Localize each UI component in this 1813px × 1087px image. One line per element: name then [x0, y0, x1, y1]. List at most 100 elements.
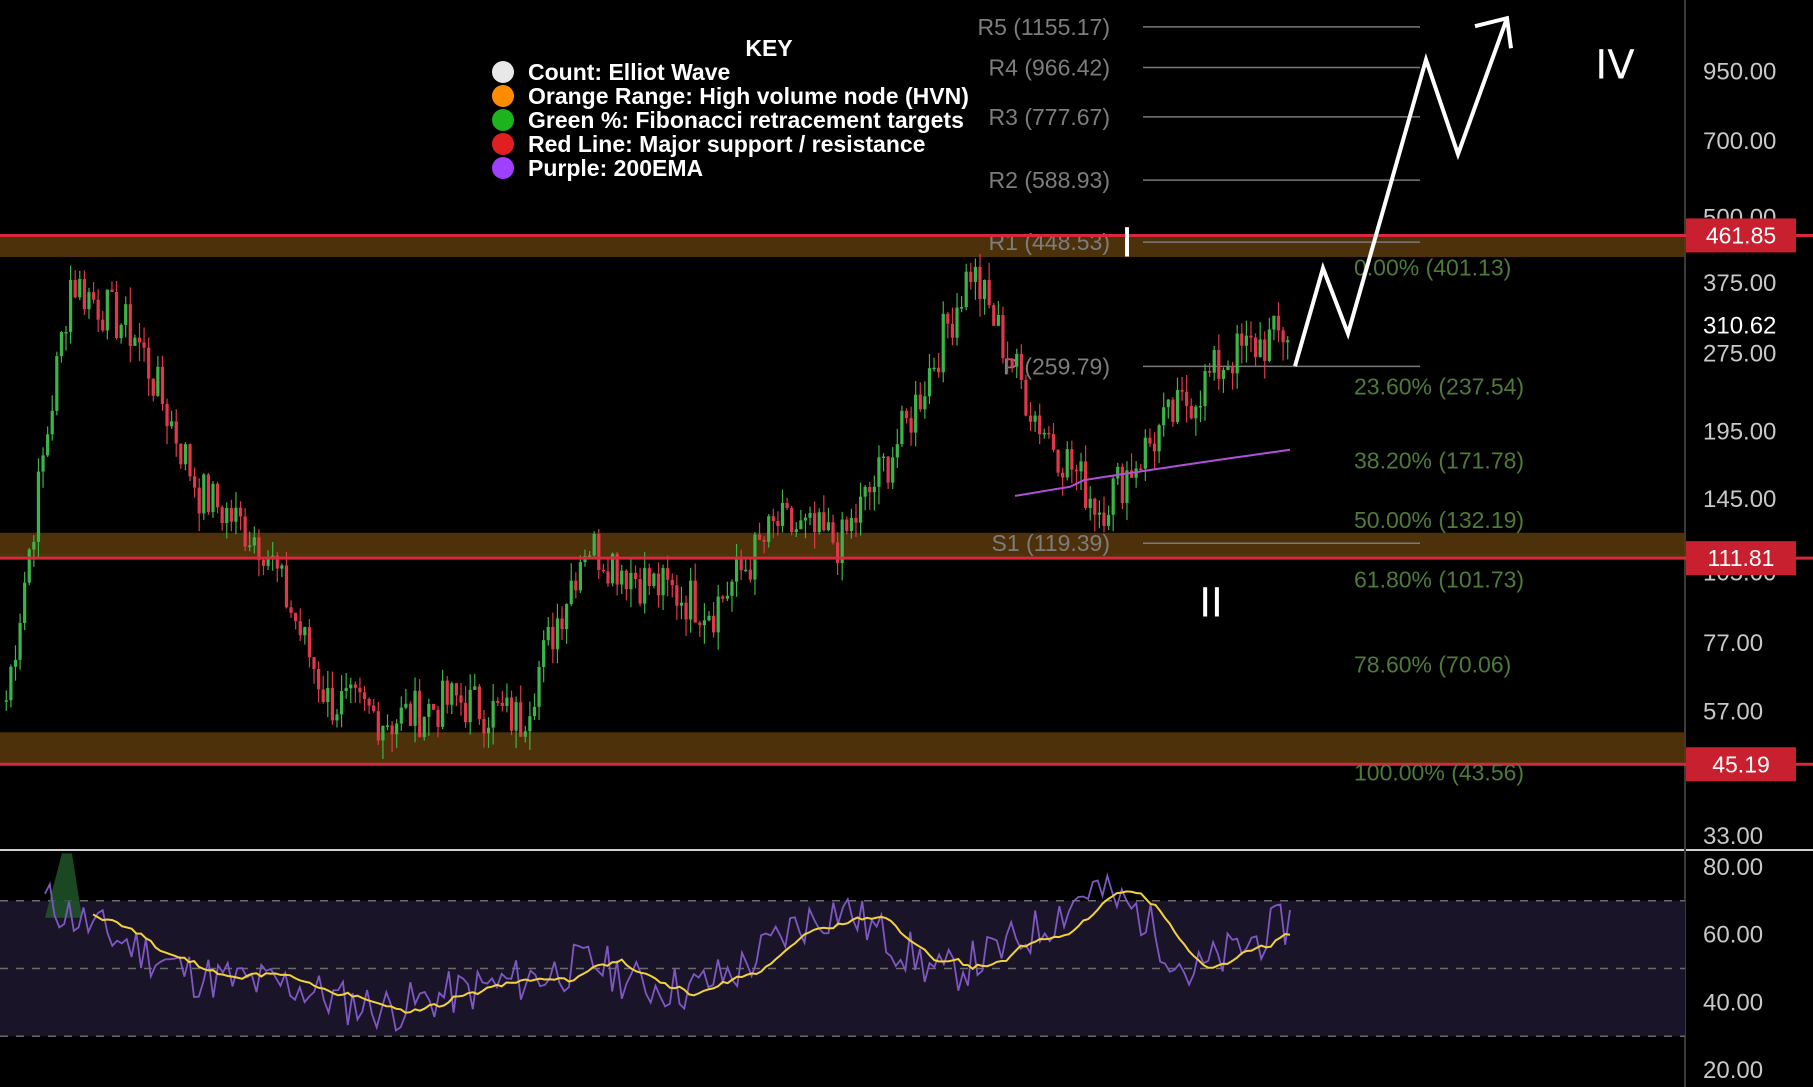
candle-body — [606, 571, 610, 584]
price-tick-label: 375.00 — [1703, 270, 1776, 297]
price-tick-label: 145.00 — [1703, 486, 1776, 513]
candle-body — [744, 569, 748, 572]
key-item-label: Purple: 200EMA — [528, 155, 703, 181]
candle-body — [835, 542, 840, 564]
rsi-tick-label: 40.00 — [1703, 989, 1763, 1016]
candle-body — [679, 602, 684, 606]
candle-body — [4, 700, 8, 702]
candle-body — [716, 596, 720, 633]
candle-body — [877, 457, 881, 487]
candle-body — [886, 456, 890, 483]
candle-body — [174, 421, 178, 444]
candle-body — [1185, 391, 1189, 406]
candle-body — [1148, 437, 1152, 444]
candle-body — [381, 725, 385, 741]
candle-body — [1015, 353, 1019, 367]
candle-body — [1024, 379, 1028, 416]
candle-body — [574, 580, 578, 591]
candle-body — [1070, 449, 1074, 470]
candle-body — [656, 573, 661, 596]
candle-body — [1212, 350, 1216, 373]
candle-body — [1249, 335, 1253, 338]
candle-body — [1180, 389, 1184, 392]
price-tick-label: 77.00 — [1703, 630, 1763, 657]
fib-label: 61.80% (101.73) — [1354, 567, 1524, 593]
candle-body — [629, 572, 633, 590]
candle-body — [1042, 432, 1046, 435]
candle-body — [349, 684, 353, 689]
candle-body — [748, 569, 752, 580]
candle-body — [950, 323, 955, 338]
key-title: KEY — [745, 35, 792, 61]
candle-body — [441, 680, 445, 727]
candle-body — [211, 483, 215, 513]
candle-body — [1226, 366, 1230, 370]
candle-body — [1129, 470, 1134, 478]
candle-body — [298, 621, 302, 636]
candle-body — [1171, 399, 1175, 423]
pivot-label: S1 (119.39) — [992, 530, 1110, 556]
candle-body — [767, 516, 771, 542]
candle-body — [858, 496, 863, 523]
candle-body — [822, 512, 826, 531]
candle-body — [891, 457, 895, 483]
candle-body — [473, 686, 477, 690]
candle-body — [50, 410, 54, 435]
candle-body — [422, 716, 426, 738]
candle-body — [1198, 405, 1203, 408]
candle-body — [468, 689, 472, 723]
candle-body — [1084, 461, 1088, 508]
candle-body — [872, 486, 876, 493]
candle-body — [652, 573, 656, 586]
candle-body — [243, 516, 247, 547]
candle-body — [808, 513, 812, 518]
candle-body — [362, 692, 367, 700]
candle-body — [248, 545, 252, 547]
candle-body — [955, 307, 959, 338]
candle-body — [101, 319, 105, 331]
price-tag-label: 111.81 — [1708, 545, 1775, 571]
candle-body — [845, 519, 849, 532]
candle-body — [996, 315, 1000, 326]
candle-body — [252, 537, 256, 546]
candle-body — [238, 507, 243, 517]
candle-body — [969, 271, 973, 282]
candle-body — [785, 502, 789, 508]
candle-body — [1217, 350, 1221, 379]
candle-body — [1111, 478, 1115, 515]
key-dot — [492, 109, 514, 131]
candle-body — [1272, 315, 1276, 330]
pivot-label: R1 (448.53) — [989, 229, 1110, 255]
candle-body — [964, 271, 968, 308]
candle-body — [427, 703, 431, 717]
candle-body — [914, 394, 918, 433]
candle-body — [643, 568, 647, 604]
candle-body — [9, 666, 13, 701]
candle-body — [13, 659, 18, 667]
candle-body — [353, 684, 357, 688]
candle-body — [666, 568, 670, 580]
candle-body — [23, 582, 27, 623]
candle-body — [1267, 329, 1271, 361]
candle-body — [597, 533, 601, 570]
candle-body — [376, 711, 380, 741]
candle-body — [509, 697, 514, 731]
candle-body — [1235, 333, 1239, 374]
candle-body — [459, 695, 463, 703]
fib-label: 78.60% (70.06) — [1354, 651, 1511, 677]
candle-body — [904, 410, 909, 419]
candle-body — [59, 332, 64, 357]
candle-body — [519, 702, 523, 737]
pivot-label: R2 (588.93) — [989, 167, 1110, 193]
candle-body — [721, 596, 725, 599]
candle-body — [1139, 468, 1143, 471]
candle-body — [41, 455, 45, 472]
key-item-label: Red Line: Major support / resistance — [528, 131, 925, 157]
candle-body — [918, 394, 922, 410]
candle-body — [36, 471, 41, 542]
price-tick-label: 950.00 — [1703, 58, 1776, 85]
candle-body — [932, 367, 936, 370]
candle-body — [147, 347, 151, 379]
candle-body — [1056, 449, 1060, 473]
rsi-tick-label: 60.00 — [1703, 922, 1763, 949]
